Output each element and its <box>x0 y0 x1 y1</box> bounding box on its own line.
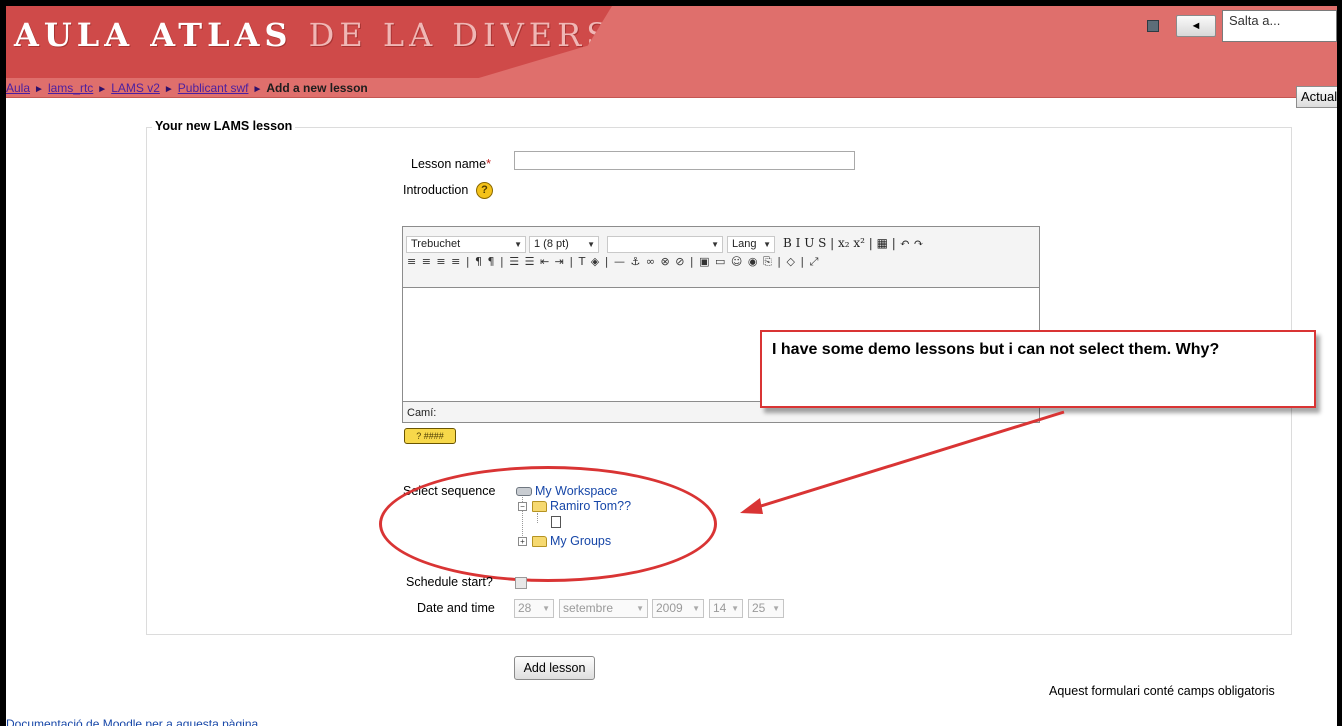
arrow-head <box>740 498 763 514</box>
annotation-arrow <box>740 410 1065 514</box>
arrow-line <box>747 410 1065 512</box>
moodle-page: AULA ATLAS DE LA DIVERSIDAD ◄ Salta a...… <box>6 6 1337 726</box>
